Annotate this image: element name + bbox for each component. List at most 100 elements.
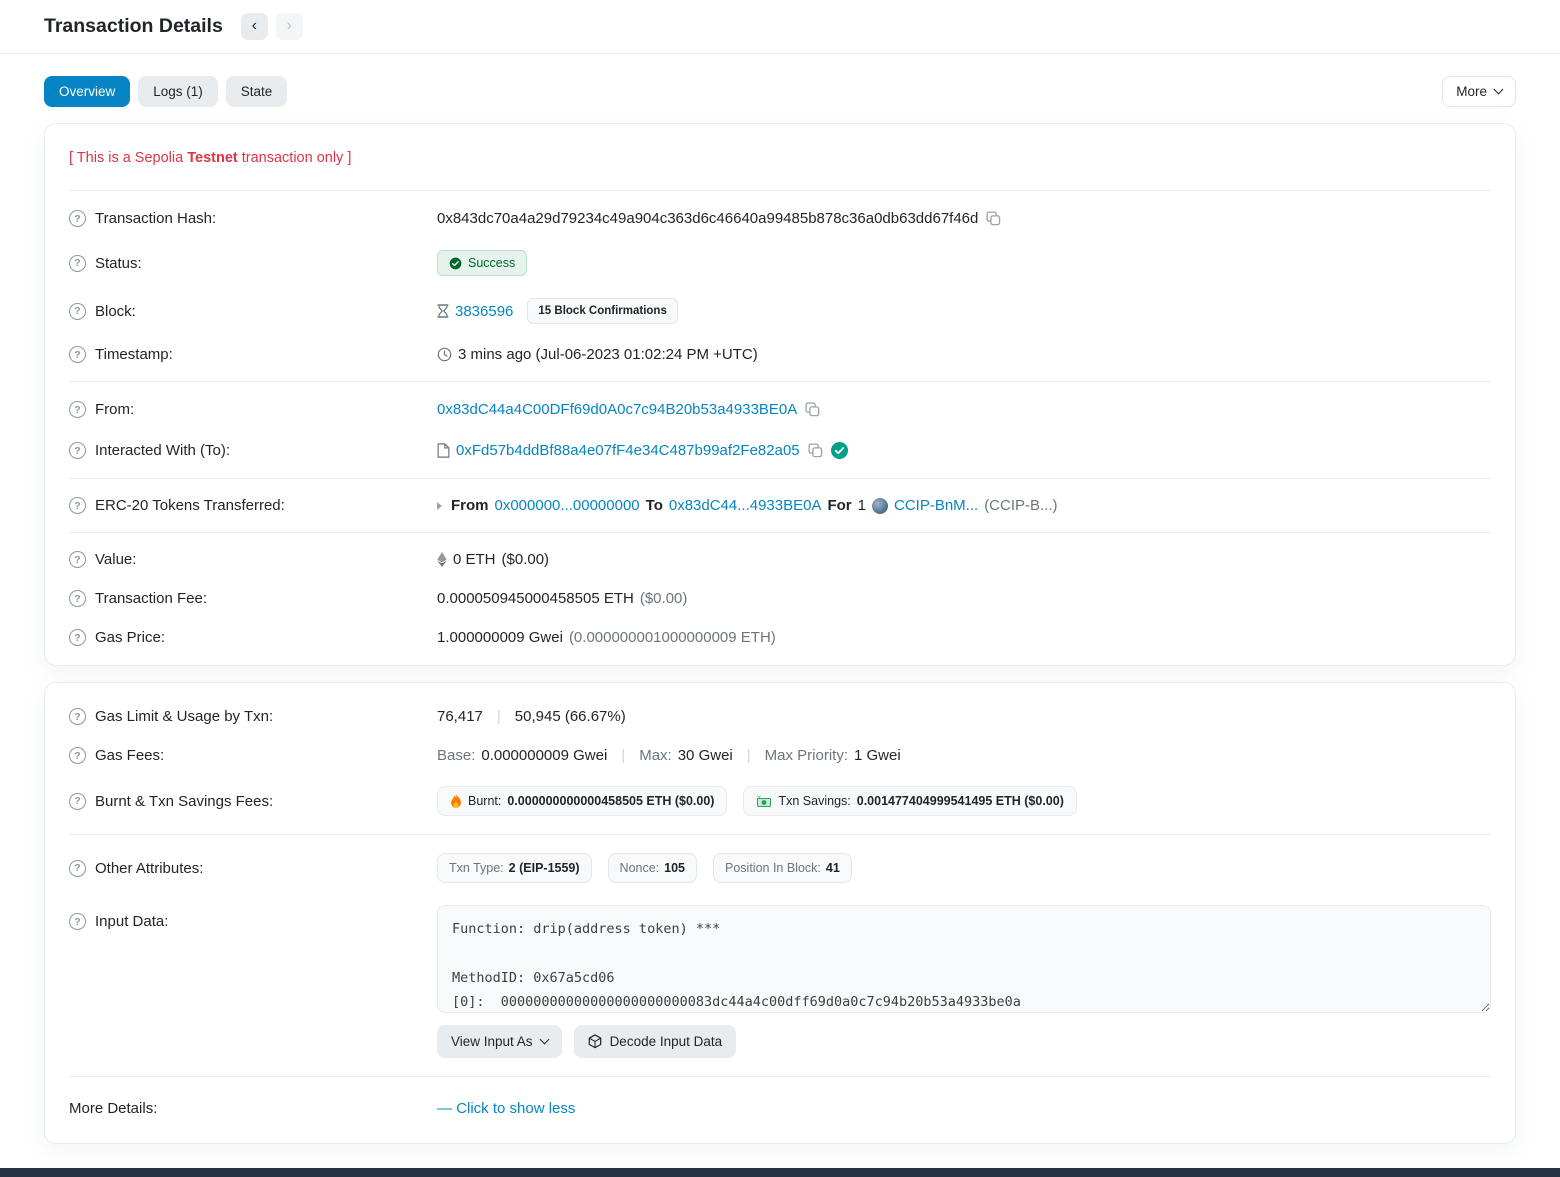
timestamp-label: Timestamp: <box>95 346 173 363</box>
erc20-from-address-link[interactable]: 0x000000...00000000 <box>495 497 640 514</box>
copy-icon[interactable] <box>806 441 825 460</box>
testnet-banner-pre: [ This is a Sepolia <box>69 150 187 166</box>
minus-icon: — <box>437 1100 452 1117</box>
transaction-hash-label: Transaction Hash: <box>95 210 216 227</box>
erc20-label-group: ERC-20 Tokens Transferred: <box>69 497 437 514</box>
block-row: Block: 3836596 15 Block Confirmations <box>69 287 1491 335</box>
txn-savings-key: Txn Savings: <box>778 794 850 808</box>
gas-limit-label: Gas Limit & Usage by Txn: <box>95 708 273 725</box>
clock-icon <box>437 347 452 362</box>
burnt-value: 0.000000000000458505 ETH ($0.00) <box>507 794 714 808</box>
nonce-key: Nonce: <box>620 861 660 875</box>
to-address-link[interactable]: 0xFd57b4ddBf88a4e07fF4e34C487b99af2Fe82a… <box>456 442 800 459</box>
gas-limit-value-group: 76,417 | 50,945 (66.67%) <box>437 708 1491 725</box>
copy-icon[interactable] <box>984 209 1003 228</box>
erc20-to-address-link[interactable]: 0x83dC44...4933BE0A <box>669 497 822 514</box>
show-less-label: Click to show less <box>456 1100 575 1117</box>
help-icon[interactable] <box>69 629 86 646</box>
separator: | <box>489 708 509 725</box>
help-icon[interactable] <box>69 860 86 877</box>
view-input-as-button[interactable]: View Input As <box>437 1025 562 1058</box>
help-icon[interactable] <box>69 793 86 810</box>
value-row: Value: 0 ETH ($0.00) <box>69 540 1491 579</box>
help-icon[interactable] <box>69 590 86 607</box>
from-row: From: 0x83dC44a4C00DFf69d0A0c7c94B20b53a… <box>69 389 1491 430</box>
from-value-group: 0x83dC44a4C00DFf69d0A0c7c94B20b53a4933BE… <box>437 400 1491 419</box>
burnt-savings-label-group: Burnt & Txn Savings Fees: <box>69 793 437 810</box>
testnet-banner-bold: Testnet <box>187 150 238 166</box>
nonce-badge: Nonce: 105 <box>608 853 697 883</box>
transaction-fee-amount: 0.000050945000458505 ETH <box>437 590 634 607</box>
decode-input-data-button[interactable]: Decode Input Data <box>574 1025 737 1058</box>
block-number-link[interactable]: 3836596 <box>455 303 513 320</box>
more-button[interactable]: More <box>1442 76 1516 107</box>
money-icon <box>756 795 772 807</box>
block-value-group: 3836596 15 Block Confirmations <box>437 298 1491 324</box>
prev-transaction-button[interactable]: ‹ <box>241 13 268 40</box>
check-circle-icon <box>449 257 462 270</box>
help-icon[interactable] <box>69 913 86 930</box>
input-data-label-group: Input Data: <box>69 905 437 930</box>
help-icon[interactable] <box>69 346 86 363</box>
other-attributes-label: Other Attributes: <box>95 860 203 877</box>
help-icon[interactable] <box>69 747 86 764</box>
erc20-for-word: For <box>827 497 851 514</box>
transaction-hash-row: Transaction Hash: 0x843dc70a4a29d79234c4… <box>69 198 1491 239</box>
erc20-to-word: To <box>646 497 663 514</box>
position-value: 41 <box>826 861 840 875</box>
help-icon[interactable] <box>69 255 86 272</box>
transaction-fee-value-group: 0.000050945000458505 ETH ($0.00) <box>437 590 1491 607</box>
tab-state[interactable]: State <box>226 76 288 107</box>
transaction-fee-usd: ($0.00) <box>640 590 688 607</box>
erc20-label: ERC-20 Tokens Transferred: <box>95 497 285 514</box>
tab-logs[interactable]: Logs (1) <box>138 76 218 107</box>
gas-fees-label-group: Gas Fees: <box>69 747 437 764</box>
transaction-hash-value-group: 0x843dc70a4a29d79234c49a904c363d6c46640a… <box>437 209 1491 228</box>
caret-right-icon <box>437 502 442 510</box>
help-icon[interactable] <box>69 551 86 568</box>
burnt-savings-row: Burnt & Txn Savings Fees: Burnt: 0.00000… <box>69 775 1491 827</box>
status-value-group: Success <box>437 250 1491 276</box>
page-title: Transaction Details <box>44 15 223 38</box>
input-data-label: Input Data: <box>95 913 168 930</box>
decode-input-data-label: Decode Input Data <box>610 1034 723 1049</box>
nonce-value: 105 <box>664 861 685 875</box>
gas-price-value-group: 1.000000009 Gwei (0.000000001000000009 E… <box>437 629 1491 646</box>
divider <box>69 1076 1491 1077</box>
input-data-textarea[interactable]: Function: drip(address token) *** Method… <box>437 905 1491 1013</box>
status-badge: Success <box>437 250 527 276</box>
footer-strip <box>0 1168 1560 1177</box>
value-label-group: Value: <box>69 551 437 568</box>
from-address-link[interactable]: 0x83dC44a4C00DFf69d0A0c7c94B20b53a4933BE… <box>437 401 797 418</box>
help-icon[interactable] <box>69 303 86 320</box>
timestamp-row: Timestamp: 3 mins ago (Jul-06-2023 01:02… <box>69 335 1491 374</box>
tabs-row: Overview Logs (1) State More <box>0 54 1560 107</box>
help-icon[interactable] <box>69 401 86 418</box>
more-details-value-group: — Click to show less <box>437 1100 1491 1117</box>
status-label-group: Status: <box>69 255 437 272</box>
erc20-transfers-row: ERC-20 Tokens Transferred: From 0x000000… <box>69 486 1491 525</box>
help-icon[interactable] <box>69 442 86 459</box>
timestamp-value: 3 mins ago (Jul-06-2023 01:02:24 PM +UTC… <box>458 346 758 363</box>
transaction-fee-label: Transaction Fee: <box>95 590 207 607</box>
from-label: From: <box>95 401 134 418</box>
value-amount: 0 ETH <box>453 551 496 568</box>
max-fee-value: 30 Gwei <box>678 747 733 764</box>
contract-file-icon <box>437 443 450 458</box>
copy-icon[interactable] <box>803 400 822 419</box>
help-icon[interactable] <box>69 497 86 514</box>
more-details-row: More Details: — Click to show less <box>69 1084 1491 1135</box>
chevron-left-icon: ‹ <box>252 18 257 34</box>
timestamp-label-group: Timestamp: <box>69 346 437 363</box>
testnet-banner: [ This is a Sepolia Testnet transaction … <box>69 132 1491 183</box>
block-label-group: Block: <box>69 303 437 320</box>
help-icon[interactable] <box>69 708 86 725</box>
gas-price-eth: (0.000000001000000009 ETH) <box>569 629 776 646</box>
txn-type-key: Txn Type: <box>449 861 504 875</box>
tab-overview[interactable]: Overview <box>44 76 130 107</box>
next-transaction-button[interactable]: › <box>276 13 303 40</box>
erc20-token-link[interactable]: CCIP-BnM... <box>894 497 978 514</box>
gas-limit-value: 76,417 <box>437 708 483 725</box>
help-icon[interactable] <box>69 210 86 227</box>
show-less-link[interactable]: — Click to show less <box>437 1100 575 1117</box>
